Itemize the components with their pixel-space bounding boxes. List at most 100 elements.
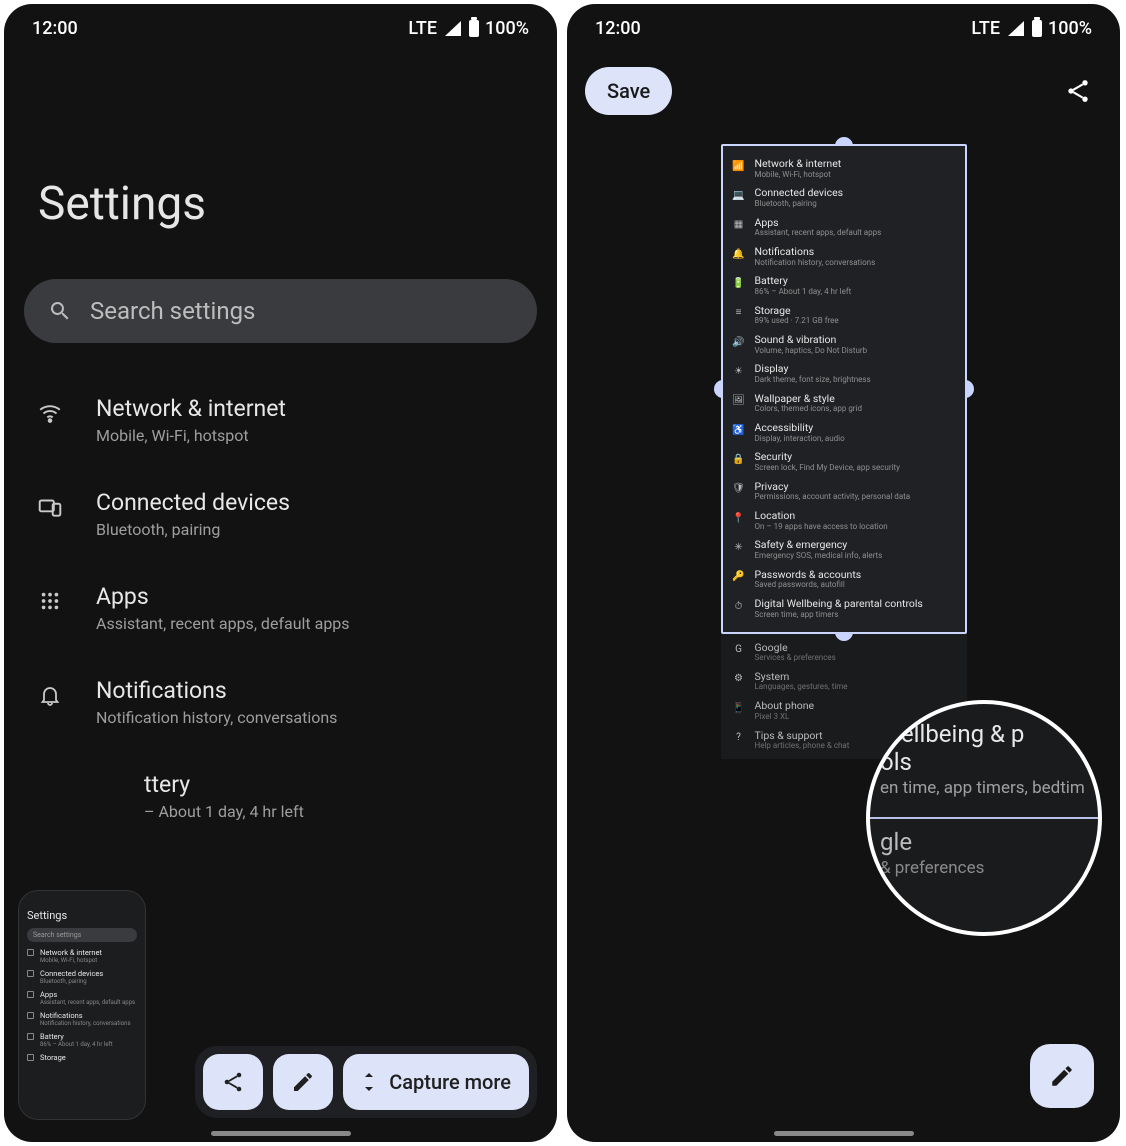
magnifier[interactable]: Wellbeing & p ols en time, app timers, b… [866, 700, 1102, 936]
mini-row: 📍LocationOn – 19 apps have access to loc… [733, 506, 955, 535]
mini-title: About phone [755, 700, 815, 712]
mini-title: Notifications [755, 246, 876, 258]
mini-row: 🛡PrivacyPermissions, account activity, p… [733, 477, 955, 506]
mini-row: ♿ AccessibilityDisplay, interaction, audi… [733, 418, 955, 447]
share-button[interactable] [203, 1054, 263, 1110]
mini-icon: 🔋 [733, 277, 745, 289]
edit-button[interactable] [273, 1054, 333, 1110]
mini-title: Connected devices [755, 187, 844, 199]
crop-region[interactable]: 📶Network & internetMobile, Wi-Fi, hotspo… [721, 144, 967, 634]
row-title: Network & internet [96, 395, 286, 422]
mini-title: Passwords & accounts [755, 569, 862, 581]
mini-title: Battery [755, 275, 852, 287]
mini-row: 🔔 NotificationsNotification history, conv… [733, 242, 955, 271]
screenshot-preview[interactable]: Settings Search settings Network & inter… [18, 890, 146, 1120]
crop-editor: 📶Network & internetMobile, Wi-Fi, hotspo… [721, 144, 967, 759]
mini-sub: Screen lock, Find My Device, app securit… [755, 464, 900, 473]
gesture-bar[interactable] [774, 1131, 914, 1136]
settings-list: Network & internet Mobile, Wi-Fi, hotspo… [4, 353, 557, 843]
mini-icon: 💻 [733, 189, 745, 201]
mini-row: ⏱ Digital Wellbeing & parental controlsSc… [733, 594, 955, 623]
mini-row: 🔑Passwords & accountsSaved passwords, au… [733, 565, 955, 594]
signal-icon [445, 21, 461, 36]
search-icon [48, 299, 72, 323]
mini-title: Sound & vibration [755, 334, 868, 346]
magnifier-line: Wellbeing & p [880, 720, 1102, 748]
mini-icon: 🔊 [733, 336, 745, 348]
mini-row: ≡Storage89% used · 7.21 GB free [733, 301, 955, 330]
capture-more-button[interactable]: Capture more [343, 1054, 529, 1110]
mini-title: Wallpaper & style [755, 393, 862, 405]
mini-title: Digital Wellbeing & parental controls [755, 598, 923, 610]
battery-icon [1032, 20, 1042, 37]
mini-sub: Screen time, app timers [755, 611, 923, 620]
mini-icon: G [733, 644, 745, 656]
mini-sub: Notification history, conversations [755, 259, 876, 268]
gesture-bar[interactable] [211, 1131, 351, 1136]
mini-sub: Display, interaction, audio [755, 435, 845, 444]
mini-sub: 89% used · 7.21 GB free [755, 317, 839, 326]
screenshot-actions: Capture more [195, 1046, 537, 1118]
mini-title: Google [755, 642, 836, 654]
mini-row: ▦ AppsAssistant, recent apps, default app… [733, 213, 955, 242]
mini-sub: 86% – About 1 day, 4 hr left [755, 288, 852, 297]
status-right: LTE 100% [971, 18, 1092, 39]
mini-row: 🔊Sound & vibrationVolume, haptics, Do No… [733, 330, 955, 359]
page-title: Settings [4, 47, 557, 265]
phone-left: 12:00 LTE 100% Settings Search settings … [4, 4, 557, 1142]
mini-title: Privacy [755, 481, 911, 493]
row-title: Connected devices [96, 489, 290, 516]
edit-fab[interactable] [1030, 1044, 1094, 1108]
magnifier-line: & preferences [880, 858, 1102, 878]
mini-row: 💻 Connected devicesBluetooth, pairing [733, 183, 955, 212]
save-button[interactable]: Save [585, 67, 672, 115]
mini-title: System [755, 671, 848, 683]
mini-title: Location [755, 510, 888, 522]
row-sub: Assistant, recent apps, default apps [96, 614, 350, 633]
status-bar: 12:00 LTE 100% [567, 4, 1120, 47]
mini-icon: ▦ [733, 219, 745, 231]
mini-icon: 🔒 [733, 453, 745, 465]
mini-icon: ⏱ [733, 600, 745, 612]
mini-title: Display [755, 363, 871, 375]
mini-row: ✳Safety & emergencyEmergency SOS, medica… [733, 535, 955, 564]
row-connected[interactable]: Connected devices Bluetooth, pairing [12, 467, 549, 561]
mini-row: 🔋 Battery86% – About 1 day, 4 hr left [733, 271, 955, 300]
capture-more-label: Capture more [389, 1070, 511, 1094]
mini-sub: Bluetooth, pairing [755, 200, 844, 209]
row-network[interactable]: Network & internet Mobile, Wi-Fi, hotspo… [12, 373, 549, 467]
crop-handle-left[interactable] [714, 380, 723, 398]
status-net: LTE [971, 18, 1000, 39]
search-input[interactable]: Search settings [24, 279, 537, 343]
mini-row: GGoogleServices & preferences [733, 638, 955, 667]
crop-handle-top[interactable] [835, 137, 853, 146]
row-apps[interactable]: Apps Assistant, recent apps, default app… [12, 561, 549, 655]
row-sub: – About 1 day, 4 hr left [144, 802, 464, 821]
row-sub: Mobile, Wi-Fi, hotspot [96, 426, 286, 445]
row-notifications[interactable]: Notifications Notification history, conv… [12, 655, 549, 749]
mini-icon: ♿ [733, 424, 745, 436]
status-net: LTE [408, 18, 437, 39]
mini-sub: Mobile, Wi-Fi, hotspot [755, 171, 842, 180]
mini-row: ⚙SystemLanguages, gestures, time [733, 667, 955, 696]
mini-icon: ☀ [733, 365, 745, 377]
mini-title: Security [755, 451, 900, 463]
mini-row: 📶Network & internetMobile, Wi-Fi, hotspo… [733, 154, 955, 183]
mini-icon: 🔔 [733, 248, 745, 260]
mini-title: Accessibility [755, 422, 845, 434]
status-time: 12:00 [595, 18, 641, 39]
mini-title: Apps [755, 217, 882, 229]
mini-sub: Assistant, recent apps, default apps [755, 229, 882, 238]
mini-icon: ≡ [733, 307, 745, 319]
magnifier-line: gle [880, 828, 1102, 856]
preview-title: Settings [27, 909, 137, 922]
row-battery[interactable]: ttery – About 1 day, 4 hr left [12, 749, 549, 843]
share-icon[interactable] [1064, 77, 1092, 105]
magnifier-line: en time, app timers, bedtim [880, 778, 1102, 798]
devices-icon [36, 493, 64, 521]
mini-icon: 📍 [733, 512, 745, 524]
mini-sub: Permissions, account activity, personal … [755, 493, 911, 502]
crop-handle-right[interactable] [965, 380, 974, 398]
mini-title: Network & internet [755, 158, 842, 170]
mini-icon: ⚙ [733, 673, 745, 685]
